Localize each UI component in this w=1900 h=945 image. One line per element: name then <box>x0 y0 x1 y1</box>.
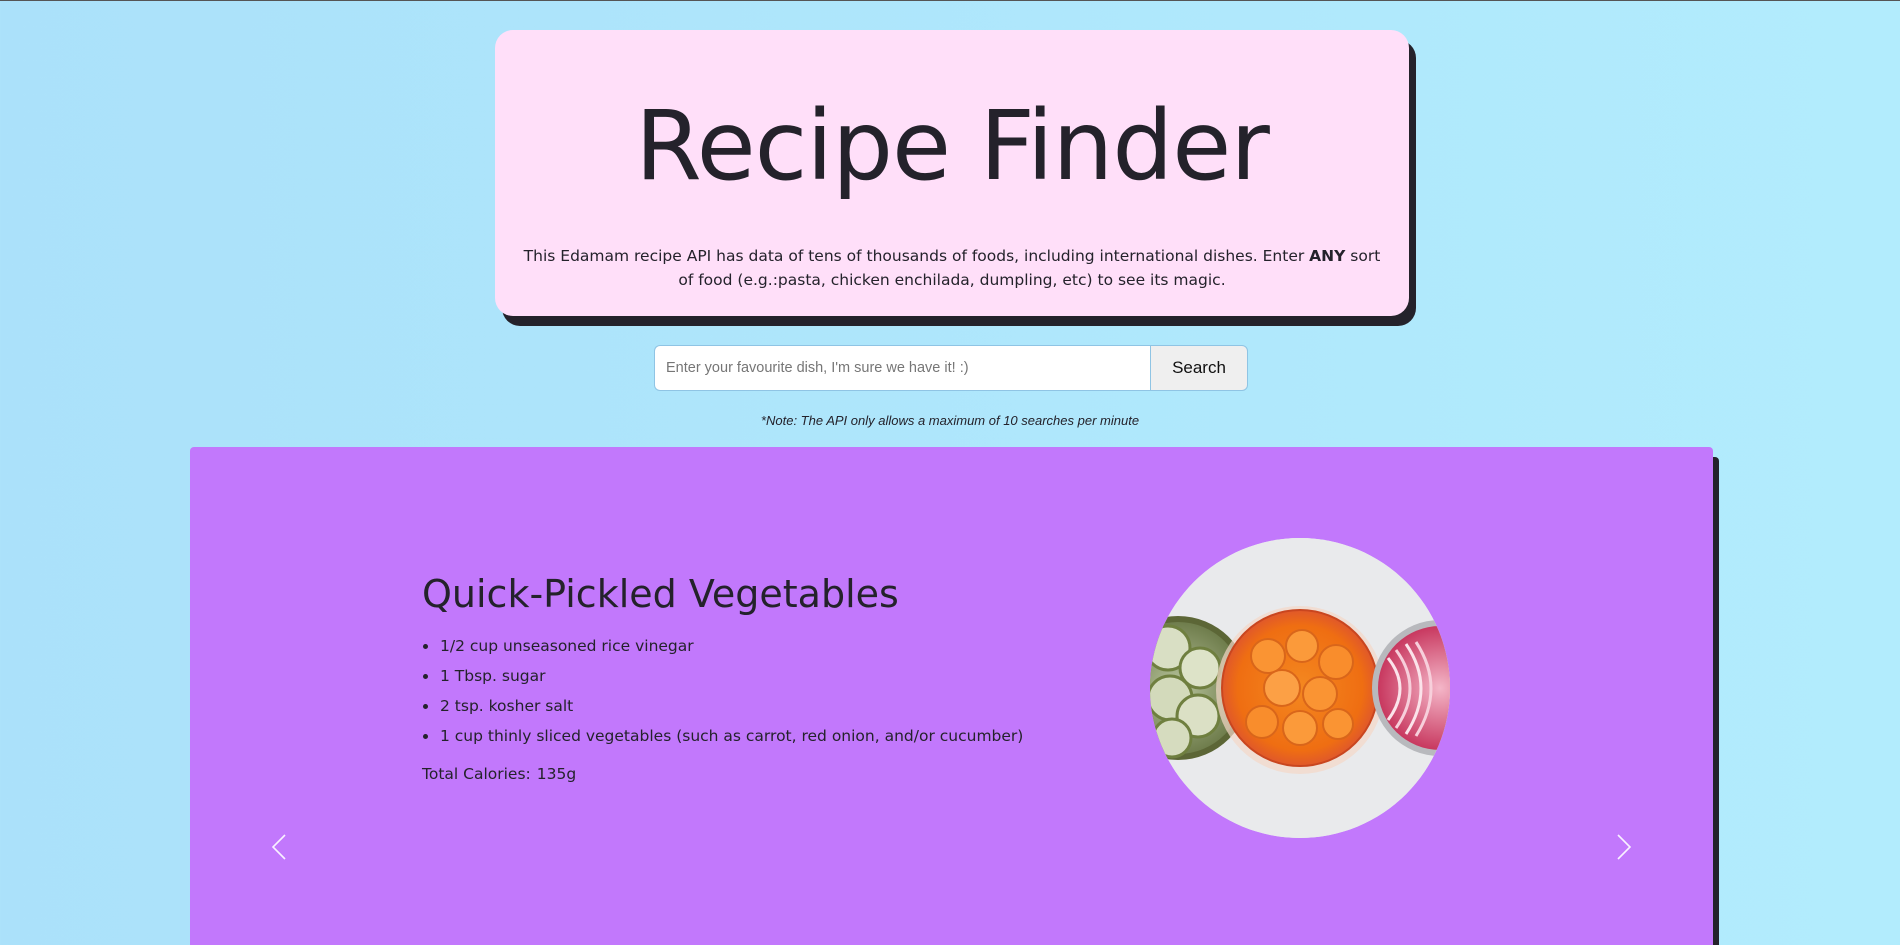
search-button[interactable]: Search <box>1150 345 1248 391</box>
ingredient-item: 2 tsp. kosher salt <box>439 691 1023 721</box>
recipe-carousel: Quick-Pickled Vegetables 1/2 cup unseaso… <box>190 447 1713 945</box>
chevron-right-icon <box>1617 834 1632 860</box>
calories-value: 135g <box>536 765 577 783</box>
top-border <box>0 0 1900 1</box>
app-title: Recipe Finder <box>635 90 1270 202</box>
pickled-vegetables-illustration <box>1150 538 1450 838</box>
rate-limit-note: *Note: The API only allows a maximum of … <box>760 413 1140 428</box>
total-calories: Total Calories: 135g <box>422 765 576 783</box>
ingredient-item: 1 cup thinly sliced vegetables (such as … <box>439 721 1023 751</box>
carousel-prev-button[interactable] <box>265 827 295 867</box>
carousel-next-button[interactable] <box>1608 827 1638 867</box>
ingredient-list: 1/2 cup unseasoned rice vinegar 1 Tbsp. … <box>439 631 1023 751</box>
header-card: Recipe Finder This Edamam recipe API has… <box>495 30 1409 316</box>
chevron-left-icon <box>271 834 286 860</box>
intro-emphasis: ANY <box>1309 247 1346 265</box>
recipe-title: Quick-Pickled Vegetables <box>422 572 899 616</box>
ingredient-item: 1 Tbsp. sugar <box>439 661 1023 691</box>
ingredient-item: 1/2 cup unseasoned rice vinegar <box>439 631 1023 661</box>
intro-text-start: This Edamam recipe API has data of tens … <box>523 247 1310 265</box>
intro-text: This Edamam recipe API has data of tens … <box>523 244 1381 292</box>
calories-label: Total Calories: <box>422 765 531 783</box>
search-bar: Search <box>654 345 1248 391</box>
recipe-image <box>1150 538 1450 838</box>
search-input[interactable] <box>654 345 1150 391</box>
